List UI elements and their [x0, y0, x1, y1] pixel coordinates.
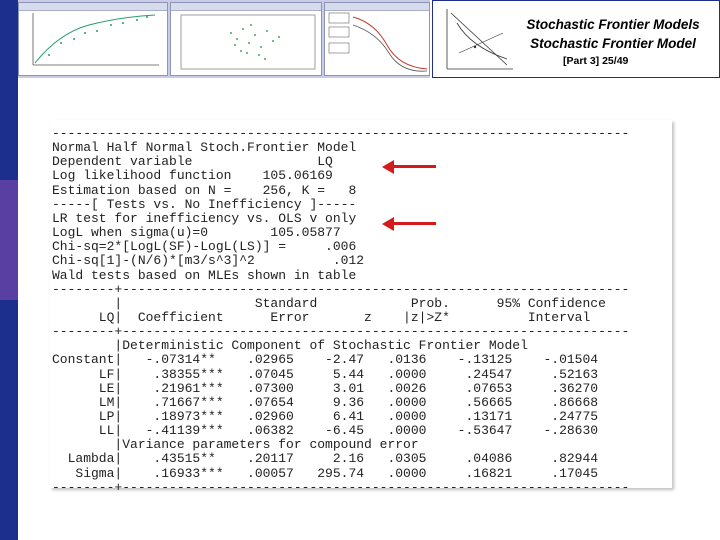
thumbnail-strip: [18, 0, 430, 78]
output-line: -----[ Tests vs. No Inefficiency ]-----: [52, 196, 357, 212]
output-line: Lambda| .43515** .20117 2.16 .0305 .0408…: [52, 451, 599, 467]
output-line: LL| -.41139*** .06382 -6.45 .0000 -.5364…: [52, 423, 599, 439]
cost-curve-figure-icon: [446, 9, 513, 70]
output-line: LR test for inefficiency vs. OLS v only: [52, 210, 357, 226]
output-line: LP| .18973*** .02960 6.41 .0000 .13171 .…: [52, 409, 599, 424]
slide-subtitle: Stochastic Frontier Model: [530, 36, 696, 51]
output-line: Chi-sq[1]-(N/6)*[m3/s^3]^2 .012: [52, 253, 365, 269]
output-line: Dependent variable LQ: [52, 154, 333, 170]
frontier-plot-icon: [32, 13, 159, 66]
output-line: Wald tests based on MLEs shown in table: [52, 267, 357, 283]
title-box: Stochastic Frontier Models Stochastic Fr…: [432, 0, 720, 78]
output-line: --------+-------------------------------…: [52, 324, 630, 340]
scatter-plot-icon: [180, 14, 316, 70]
slide-title: Stochastic Frontier Models: [526, 17, 700, 32]
thumbnail-density-plot: [324, 2, 430, 76]
output-line: | Standard Prob. 95% Confidence: [52, 295, 606, 311]
output-line: Estimation based on N = 256, K = 8: [52, 182, 357, 198]
red-arrow-logl-ols-shaft: [392, 222, 436, 225]
output-line: --------+-------------------------------…: [52, 479, 630, 495]
output-line: Log likelihood function 105.06169: [52, 168, 333, 184]
thumbnail-scatter-plot: [170, 2, 322, 76]
output-line: LE| .21961*** .07300 3.01 .0026 .07653 .…: [52, 380, 599, 396]
output-line: |Variance parameters for compound error: [52, 437, 419, 453]
output-line: LM| .71667*** .07654 9.36 .0000 .56665 .…: [52, 394, 599, 410]
thumbnail-frontier-plot: [18, 2, 168, 76]
output-line: LogL when sigma(u)=0 105.05877: [52, 225, 341, 241]
slide-number: [Part 3] 25/49: [563, 55, 629, 67]
output-line: Chi-sq=2*[LogL(SF)-LogL(LS)] = .006: [52, 239, 357, 255]
output-line: Normal Half Normal Stoch.Frontier Model: [52, 140, 357, 156]
sidebar-accent: [0, 180, 18, 300]
output-line: ----------------------------------------…: [52, 126, 630, 141]
output-line: Constant| -.07314** .02965 -2.47 .0136 -…: [52, 352, 599, 368]
output-line: LF| .38355*** .07045 5.44 .0000 .24547 .…: [52, 366, 599, 382]
slide-sidebar: [0, 0, 18, 540]
regression-output-panel: ----------------------------------------…: [50, 120, 672, 494]
output-line: LQ| Coefficient Error z |z|>Z* Interval: [52, 309, 591, 325]
density-plot-icon: [328, 12, 428, 72]
red-arrow-loglik-shaft: [392, 165, 436, 168]
output-line: --------+-------------------------------…: [52, 281, 630, 297]
output-line: |Deterministic Component of Stochastic F…: [52, 338, 528, 354]
output-line: Sigma| .16933*** .00057 295.74 .0000 .16…: [52, 465, 599, 481]
